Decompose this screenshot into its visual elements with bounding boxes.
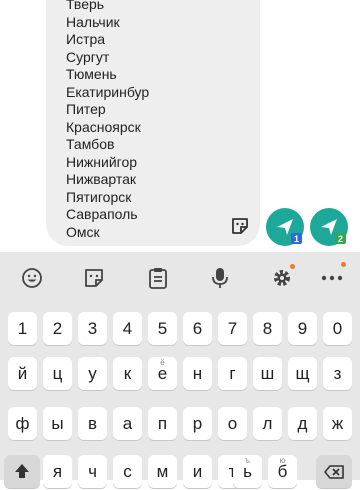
key-hint: ъ <box>245 456 250 465</box>
key-letter[interactable]: в <box>78 407 107 440</box>
notification-dot <box>341 262 346 267</box>
settings-icon[interactable] <box>270 264 295 290</box>
message-line: Истра <box>66 31 106 47</box>
more-icon[interactable] <box>320 262 346 290</box>
key-4[interactable]: 4 <box>113 312 142 345</box>
message-line: Екатиринбур <box>66 83 150 100</box>
message-line: Омск <box>66 223 100 240</box>
message-line: Савраполь <box>66 206 138 222</box>
shift-icon <box>15 464 29 478</box>
key-letter[interactable]: щ <box>288 357 317 390</box>
key-8[interactable]: 8 <box>253 312 282 345</box>
key-9[interactable]: 9 <box>288 312 317 345</box>
key-letter[interactable]: к <box>113 357 142 390</box>
sticker-icon[interactable] <box>82 266 106 290</box>
key-1[interactable]: 1 <box>8 312 37 345</box>
message-bubble[interactable]: Тверь Нальчик Истра Сургут Тюмень Екатир… <box>46 0 260 246</box>
keyboard: 1 2 3 4 5 6 7 8 9 0 й ц у к ё е н г ш щ … <box>0 252 360 488</box>
key-letter[interactable]: ж <box>323 407 352 440</box>
message-line: Тамбов <box>66 136 115 152</box>
send-button-sim1[interactable]: 1 <box>266 208 304 246</box>
backspace-key[interactable] <box>316 455 352 488</box>
key-7[interactable]: 7 <box>218 312 247 345</box>
key-letter[interactable]: у <box>78 357 107 390</box>
key-letter-e[interactable]: ё е <box>148 357 177 390</box>
key-letter[interactable]: ф <box>8 407 37 440</box>
sticker-icon[interactable] <box>230 216 250 236</box>
keyboard-toolbar <box>0 252 360 302</box>
message-line: Тверь <box>66 0 105 12</box>
key-3[interactable]: 3 <box>78 312 107 345</box>
shift-key[interactable] <box>4 455 40 488</box>
key-letter[interactable]: и <box>183 455 212 488</box>
key-letter[interactable]: д <box>288 407 317 440</box>
key-hint: ю <box>279 456 286 465</box>
key-2[interactable]: 2 <box>43 312 72 345</box>
key-letter[interactable]: я <box>43 455 72 488</box>
key-letter[interactable]: м <box>148 455 177 488</box>
key-letter-b[interactable]: ю б <box>268 455 297 488</box>
notification-dot <box>290 264 295 269</box>
message-line: Тюмень <box>66 66 117 82</box>
send-button-sim2[interactable]: 2 <box>310 208 348 246</box>
key-letter[interactable]: ц <box>43 357 72 390</box>
message-text: Тверь Нальчик Истра Сургут Тюмень Екатир… <box>66 0 149 241</box>
message-line: Питер <box>66 101 106 117</box>
microphone-icon[interactable] <box>208 266 232 290</box>
key-5[interactable]: 5 <box>148 312 177 345</box>
sim-badge: 1 <box>291 233 302 244</box>
key-hint: ё <box>160 358 165 367</box>
clipboard-icon[interactable] <box>146 266 170 290</box>
key-letter-soft[interactable]: ъ ь <box>233 455 262 488</box>
key-letter[interactable]: с <box>113 455 142 488</box>
message-line: Сургут <box>66 48 110 65</box>
message-line: Пятигорск <box>66 188 132 205</box>
key-letter[interactable]: л <box>253 407 282 440</box>
message-line: Нижвартак <box>66 171 137 187</box>
key-0[interactable]: 0 <box>323 312 352 345</box>
key-letter[interactable]: а <box>113 407 142 440</box>
key-letter[interactable]: о <box>218 407 247 440</box>
key-letter[interactable]: ч <box>78 455 107 488</box>
message-line: Нижнийгор <box>66 153 138 170</box>
message-line: Красноярск <box>66 118 141 135</box>
key-letter[interactable]: з <box>323 357 352 390</box>
key-letter[interactable]: п <box>148 407 177 440</box>
key-letter[interactable]: й <box>8 357 37 390</box>
message-line: Нальчик <box>66 13 120 30</box>
emoji-icon[interactable] <box>20 266 44 290</box>
key-letter[interactable]: г <box>218 357 247 390</box>
key-letter[interactable]: ы <box>43 407 72 440</box>
key-6[interactable]: 6 <box>183 312 212 345</box>
key-letter[interactable]: н <box>183 357 212 390</box>
message-area: Тверь Нальчик Истра Сургут Тюмень Екатир… <box>0 0 360 252</box>
backspace-icon <box>323 465 344 479</box>
key-letter[interactable]: ш <box>253 357 282 390</box>
key-letter[interactable]: р <box>183 407 212 440</box>
sim-badge: 2 <box>335 233 346 244</box>
